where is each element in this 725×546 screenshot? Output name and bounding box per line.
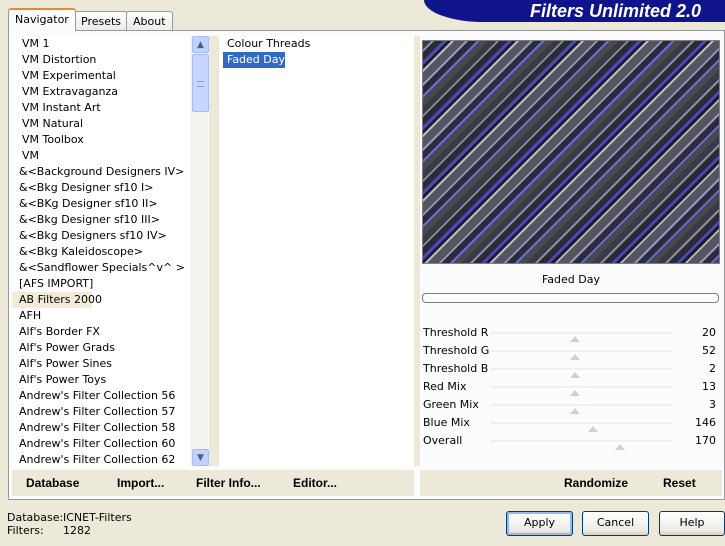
category-item[interactable]: &<Sandflower Specials^v^ > (12, 260, 192, 276)
list-divider (209, 36, 219, 466)
category-item[interactable]: &<Bkg Designer sf10 III> (12, 212, 192, 228)
param-row-red-mix[interactable]: Red Mix 13 (420, 378, 722, 396)
help-button[interactable]: Help (659, 511, 725, 536)
param-toolbar: Randomize Reset (420, 470, 722, 496)
param-label: Threshold B (423, 362, 489, 375)
category-item[interactable]: VM Instant Art (12, 100, 192, 116)
filters-count-value: 1282 (63, 524, 91, 537)
category-item[interactable]: VM Natural (12, 116, 192, 132)
category-item[interactable]: VM 1 (12, 36, 192, 52)
database-label: Database: (7, 511, 64, 524)
tab-about[interactable]: About (126, 11, 173, 31)
filter-item[interactable]: Colour Threads (223, 36, 310, 52)
database-value: ICNET-Filters (63, 511, 132, 524)
category-item[interactable]: &<Bkg Designer sf10 I> (12, 180, 192, 196)
preview-image (422, 40, 720, 264)
chevron-down-icon: ▼ (197, 452, 204, 463)
category-item[interactable]: Andrew's Filter Collection 57 (12, 404, 192, 420)
param-label: Threshold R (423, 326, 489, 339)
param-row-threshold-r[interactable]: Threshold R 20 (420, 324, 722, 342)
filters-count-label: Filters: (7, 524, 44, 537)
param-label: Blue Mix (423, 416, 470, 429)
tab-presets[interactable]: Presets (74, 11, 129, 31)
cancel-button[interactable]: Cancel (582, 511, 649, 536)
param-row-blue-mix[interactable]: Blue Mix 146 (420, 414, 722, 432)
preview-filter-name: Faded Day (541, 273, 600, 286)
reset-button[interactable]: Reset (663, 476, 696, 490)
list-toolbar: Database Import... Filter Info... Editor… (12, 470, 414, 496)
param-row-green-mix[interactable]: Green Mix 3 (420, 396, 722, 414)
category-list[interactable]: VM 1 VM Distortion VM Experimental VM Extra… (12, 36, 192, 466)
category-item[interactable]: VM Distortion (12, 52, 192, 68)
category-item[interactable]: &<Background Designers IV> (12, 164, 192, 180)
database-button[interactable]: Database (26, 476, 79, 490)
param-label: Overall (423, 434, 463, 447)
param-row-threshold-b[interactable]: Threshold B 2 (420, 360, 722, 378)
editor-button[interactable]: Editor... (293, 476, 337, 490)
category-item[interactable]: Alf's Border FX (12, 324, 192, 340)
param-row-threshold-g[interactable]: Threshold G 52 (420, 342, 722, 360)
category-item[interactable]: VM Experimental (12, 68, 192, 84)
category-item[interactable]: VM (12, 148, 192, 164)
param-value: 170 (695, 434, 716, 447)
category-item[interactable]: Alf's Power Grads (12, 340, 192, 356)
database-info: Database:ICNET-Filters Filters: 1282 (7, 511, 132, 537)
param-label: Red Mix (423, 380, 467, 393)
category-item[interactable]: AB Filters 2000 (12, 292, 102, 308)
category-item[interactable]: &<Bkg Designers sf10 IV> (12, 228, 192, 244)
category-item[interactable]: Alf's Power Sines (12, 356, 192, 372)
param-value: 20 (702, 326, 716, 339)
category-item[interactable]: &<BKg Designer sf10 II> (12, 196, 192, 212)
category-item[interactable]: Andrew's Filter Collection 60 (12, 436, 192, 452)
apply-button[interactable]: Apply (506, 511, 573, 536)
param-value: 146 (695, 416, 716, 429)
scrollbar-thumb[interactable] (192, 54, 209, 112)
category-item[interactable]: Andrew's Filter Collection 58 (12, 420, 192, 436)
filter-list[interactable]: Colour Threads Faded Day (219, 36, 414, 466)
category-item[interactable]: &<Bkg Kaleidoscope> (12, 244, 192, 260)
randomize-button[interactable]: Randomize (564, 476, 628, 490)
progress-bar (422, 293, 719, 303)
category-item[interactable]: AFH (12, 308, 192, 324)
chevron-up-icon: ▲ (197, 39, 204, 50)
filter-item[interactable]: Faded Day (223, 52, 286, 68)
scroll-down-button[interactable]: ▼ (192, 449, 209, 466)
app-title-banner: Filters Unlimited 2.0 (424, 0, 725, 22)
parameter-sliders: Threshold R 20 Threshold G 52 Threshold … (420, 324, 722, 452)
param-value: 13 (702, 380, 716, 393)
scroll-up-button[interactable]: ▲ (192, 36, 209, 53)
import-button[interactable]: Import... (117, 476, 164, 490)
filter-info-button[interactable]: Filter Info... (196, 476, 261, 490)
category-item[interactable]: Andrew's Filter Collection 62 (12, 452, 192, 466)
category-item[interactable]: VM Extravaganza (12, 84, 192, 100)
tab-navigator[interactable]: Navigator (8, 8, 76, 31)
category-item[interactable]: Andrew's Filter Collection 56 (12, 388, 192, 404)
param-value: 3 (709, 398, 716, 411)
category-item[interactable]: Alf's Power Toys (12, 372, 192, 388)
category-item[interactable]: [AFS IMPORT] (12, 276, 192, 292)
category-scrollbar[interactable]: ▲ ▼ (191, 36, 209, 466)
param-value: 52 (702, 344, 716, 357)
param-row-overall[interactable]: Overall 170 (420, 432, 722, 450)
param-value: 2 (709, 362, 716, 375)
param-label: Threshold G (423, 344, 490, 357)
param-label: Green Mix (423, 398, 479, 411)
category-item[interactable]: VM Toolbox (12, 132, 192, 148)
